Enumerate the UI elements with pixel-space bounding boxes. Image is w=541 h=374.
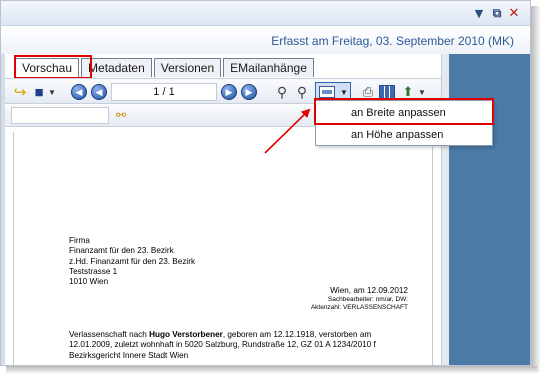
address-line: Teststrasse 1 (69, 266, 118, 276)
captured-date-text: Erfasst am Freitag, 03. September 2010 (… (271, 34, 514, 48)
record-header: Erfasst am Freitag, 03. September 2010 (… (1, 26, 530, 54)
date-block: Wien, am 12.09.2012 Sachbearbeiter: nm/a… (311, 286, 408, 312)
file-number-line: Aktenzahl: VERLASSENSCHAFT (310, 304, 408, 311)
open-folder-icon[interactable]: ↪ (11, 83, 29, 101)
first-page-button[interactable]: ◀ (71, 83, 87, 101)
menu-item-fit-height[interactable]: an Höhe anpassen (316, 124, 492, 146)
fit-dropdown-icon: ▼ (340, 87, 348, 97)
binoculars-icon[interactable]: ⚯ (116, 108, 126, 122)
deceased-name: Hugo Verstorbener (149, 330, 223, 339)
page-indicator[interactable]: 1 / 1 (111, 83, 217, 101)
search-input[interactable] (11, 107, 109, 124)
multi-page-icon[interactable] (379, 85, 395, 99)
tab-versionen[interactable]: Versionen (153, 58, 222, 77)
tab-emailanhaenge[interactable]: EMailanhänge (223, 58, 314, 77)
close-button[interactable]: ✕ (507, 6, 521, 21)
minimize-button[interactable]: ▼ (472, 6, 486, 20)
document-preview[interactable]: Firma Finanzamt für den 23. Bezirk z.Hd.… (5, 128, 441, 365)
first-page-icon: ◀ (71, 84, 87, 100)
clerk-line: Sachbearbeiter: nm/ar, DW: (327, 296, 408, 303)
application-window: ▼ ⧉ ✕ Erfasst am Freitag, 03. September … (0, 0, 531, 366)
next-page-icon: ▶ (221, 84, 237, 100)
window-shadow-right (531, 6, 541, 372)
last-page-button[interactable]: ▶ (241, 83, 257, 101)
restore-button[interactable]: ⧉ (490, 6, 504, 20)
menu-highlight-box (314, 98, 494, 125)
zoom-in-icon[interactable]: ⚲ (273, 83, 291, 101)
letter-body: Verlassenschaft nach Hugo Verstorbener, … (69, 330, 409, 361)
address-line: 1010 Wien (69, 277, 109, 287)
save-dropdown-icon[interactable]: ▼ (48, 83, 56, 101)
letter-date: Wien, am 12.09.2012 (330, 286, 408, 295)
previous-page-icon: ◀ (91, 84, 107, 100)
address-line: z.Hd. Finanzamt für den 23. Bezirk (69, 256, 196, 266)
body-prefix: Verlassenschaft nach (69, 330, 150, 339)
title-bar: ▼ ⧉ ✕ (1, 1, 530, 26)
document-page: Firma Finanzamt für den 23. Bezirk z.Hd.… (13, 132, 433, 365)
zoom-out-icon[interactable]: ⚲ (293, 83, 311, 101)
last-page-icon: ▶ (241, 84, 257, 100)
save-icon[interactable]: ■ (31, 83, 47, 101)
recipient-address: Firma Finanzamt für den 23. Bezirk z.Hd.… (69, 236, 195, 287)
fit-page-icon (319, 86, 335, 98)
next-page-button[interactable]: ▶ (221, 83, 237, 101)
window-shadow-bottom (6, 366, 537, 374)
address-line: Firma (69, 236, 90, 245)
previous-page-button[interactable]: ◀ (91, 83, 107, 101)
address-line: Finanzamt für den 23. Bezirk (69, 246, 174, 256)
tab-highlight-box (14, 55, 92, 79)
